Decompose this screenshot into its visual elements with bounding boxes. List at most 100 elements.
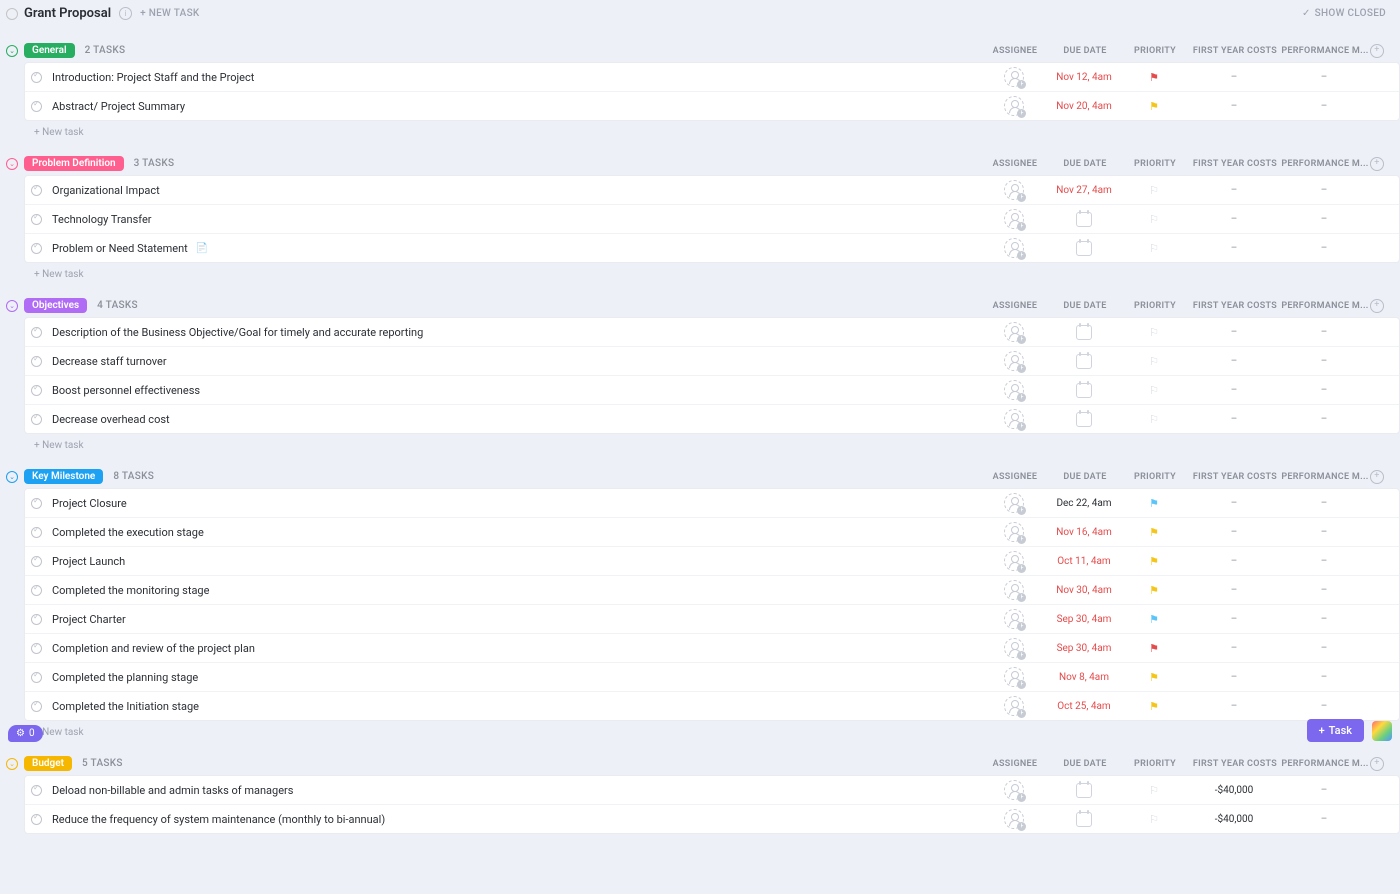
perf-cell[interactable]: – <box>1279 214 1369 225</box>
perf-cell[interactable]: – <box>1279 414 1369 425</box>
task-name[interactable]: Completed the Initiation stage <box>52 700 199 713</box>
add-column-button[interactable]: + <box>1370 757 1394 771</box>
task-name[interactable]: Completed the monitoring stage <box>52 584 209 597</box>
col-header-priority[interactable]: PRIORITY <box>1120 472 1190 482</box>
assignee-cell[interactable]: + <box>979 809 1049 829</box>
task-row[interactable]: Decrease staff turnover+⚐–– <box>25 347 1399 376</box>
new-task-button[interactable]: + New task <box>0 434 1400 453</box>
assignee-cell[interactable]: + <box>979 67 1049 87</box>
task-row[interactable]: Problem or Need Statement📄+⚐–– <box>25 234 1399 262</box>
task-row[interactable]: Decrease overhead cost+⚐–– <box>25 405 1399 433</box>
task-name[interactable]: Description of the Business Objective/Go… <box>52 326 423 339</box>
cost-cell[interactable]: – <box>1189 585 1279 596</box>
status-toggle[interactable] <box>31 672 42 683</box>
status-toggle[interactable] <box>31 327 42 338</box>
cost-cell[interactable]: – <box>1189 327 1279 338</box>
due-date-cell[interactable]: Nov 16, 4am <box>1049 527 1119 538</box>
col-header-priority[interactable]: PRIORITY <box>1120 159 1190 169</box>
assignee-cell[interactable]: + <box>979 609 1049 629</box>
task-row[interactable]: Completion and review of the project pla… <box>25 634 1399 663</box>
due-date-cell[interactable] <box>1049 412 1119 427</box>
due-date-cell[interactable]: Oct 11, 4am <box>1049 556 1119 567</box>
task-name[interactable]: Completed the execution stage <box>52 526 204 539</box>
status-toggle[interactable] <box>31 214 42 225</box>
assignee-cell[interactable]: + <box>979 238 1049 258</box>
col-header-due[interactable]: DUE DATE <box>1050 472 1120 482</box>
cost-cell[interactable]: – <box>1189 385 1279 396</box>
priority-cell[interactable]: ⚐ <box>1119 355 1189 368</box>
assignee-cell[interactable]: + <box>979 96 1049 116</box>
due-date-cell[interactable] <box>1049 241 1119 256</box>
add-column-button[interactable]: + <box>1370 157 1394 171</box>
assignee-cell[interactable]: + <box>979 667 1049 687</box>
status-toggle[interactable] <box>31 356 42 367</box>
col-header-due[interactable]: DUE DATE <box>1050 301 1120 311</box>
perf-cell[interactable]: – <box>1279 527 1369 538</box>
col-header-perf[interactable]: PERFORMANCE M... <box>1280 472 1370 482</box>
priority-cell[interactable]: ⚑ <box>1119 100 1189 113</box>
show-closed-toggle[interactable]: ✓SHOW CLOSED <box>1302 8 1386 19</box>
priority-cell[interactable]: ⚑ <box>1119 526 1189 539</box>
task-row[interactable]: Completed the planning stage+Nov 8, 4am⚑… <box>25 663 1399 692</box>
cost-cell[interactable]: – <box>1189 672 1279 683</box>
task-name[interactable]: Decrease staff turnover <box>52 355 167 368</box>
col-header-perf[interactable]: PERFORMANCE M... <box>1280 301 1370 311</box>
section-pill[interactable]: Key Milestone <box>24 469 103 484</box>
assignee-cell[interactable]: + <box>979 351 1049 371</box>
status-toggle[interactable] <box>31 701 42 712</box>
status-toggle[interactable] <box>31 814 42 825</box>
due-date-cell[interactable]: Nov 20, 4am <box>1049 101 1119 112</box>
status-toggle[interactable] <box>31 498 42 509</box>
cost-cell[interactable]: – <box>1189 185 1279 196</box>
priority-cell[interactable]: ⚑ <box>1119 555 1189 568</box>
col-header-cost[interactable]: FIRST YEAR COSTS <box>1190 46 1280 56</box>
perf-cell[interactable]: – <box>1279 243 1369 254</box>
task-row[interactable]: Completed the Initiation stage+Oct 25, 4… <box>25 692 1399 720</box>
task-name[interactable]: Boost personnel effectiveness <box>52 384 200 397</box>
cost-cell[interactable]: – <box>1189 498 1279 509</box>
info-icon[interactable]: i <box>119 7 132 20</box>
task-row[interactable]: Completed the execution stage+Nov 16, 4a… <box>25 518 1399 547</box>
col-header-priority[interactable]: PRIORITY <box>1120 759 1190 769</box>
col-header-perf[interactable]: PERFORMANCE M... <box>1280 759 1370 769</box>
perf-cell[interactable]: – <box>1279 72 1369 83</box>
task-row[interactable]: Deload non-billable and admin tasks of m… <box>25 776 1399 805</box>
col-header-assignee[interactable]: ASSIGNEE <box>980 301 1050 311</box>
add-column-button[interactable]: + <box>1370 299 1394 313</box>
task-name[interactable]: Introduction: Project Staff and the Proj… <box>52 71 254 84</box>
priority-cell[interactable]: ⚐ <box>1119 326 1189 339</box>
cost-cell[interactable]: – <box>1189 556 1279 567</box>
status-toggle[interactable] <box>31 101 42 112</box>
perf-cell[interactable]: – <box>1279 672 1369 683</box>
new-task-button[interactable]: + New task <box>0 121 1400 140</box>
perf-cell[interactable]: – <box>1279 701 1369 712</box>
task-row[interactable]: Boost personnel effectiveness+⚐–– <box>25 376 1399 405</box>
priority-cell[interactable]: ⚐ <box>1119 242 1189 255</box>
status-toggle[interactable] <box>31 585 42 596</box>
due-date-cell[interactable] <box>1049 325 1119 340</box>
new-task-header-button[interactable]: + NEW TASK <box>140 8 199 19</box>
priority-cell[interactable]: ⚑ <box>1119 613 1189 626</box>
col-header-priority[interactable]: PRIORITY <box>1120 301 1190 311</box>
assignee-cell[interactable]: + <box>979 380 1049 400</box>
create-task-button[interactable]: + Task <box>1307 719 1364 742</box>
doc-icon[interactable]: 📄 <box>196 243 208 254</box>
due-date-cell[interactable]: Sep 30, 4am <box>1049 643 1119 654</box>
col-header-assignee[interactable]: ASSIGNEE <box>980 159 1050 169</box>
assignee-cell[interactable]: + <box>979 180 1049 200</box>
task-row[interactable]: Introduction: Project Staff and the Proj… <box>25 63 1399 92</box>
col-header-priority[interactable]: PRIORITY <box>1120 46 1190 56</box>
col-header-cost[interactable]: FIRST YEAR COSTS <box>1190 759 1280 769</box>
priority-cell[interactable]: ⚑ <box>1119 700 1189 713</box>
cost-cell[interactable]: – <box>1189 527 1279 538</box>
status-toggle[interactable] <box>31 72 42 83</box>
priority-cell[interactable]: ⚐ <box>1119 784 1189 797</box>
task-name[interactable]: Project Closure <box>52 497 127 510</box>
task-name[interactable]: Completed the planning stage <box>52 671 198 684</box>
status-toggle[interactable] <box>31 614 42 625</box>
cost-cell[interactable]: – <box>1189 701 1279 712</box>
task-row[interactable]: Project Closure+Dec 22, 4am⚑–– <box>25 489 1399 518</box>
perf-cell[interactable]: – <box>1279 785 1369 796</box>
due-date-cell[interactable] <box>1049 212 1119 227</box>
cost-cell[interactable]: – <box>1189 214 1279 225</box>
